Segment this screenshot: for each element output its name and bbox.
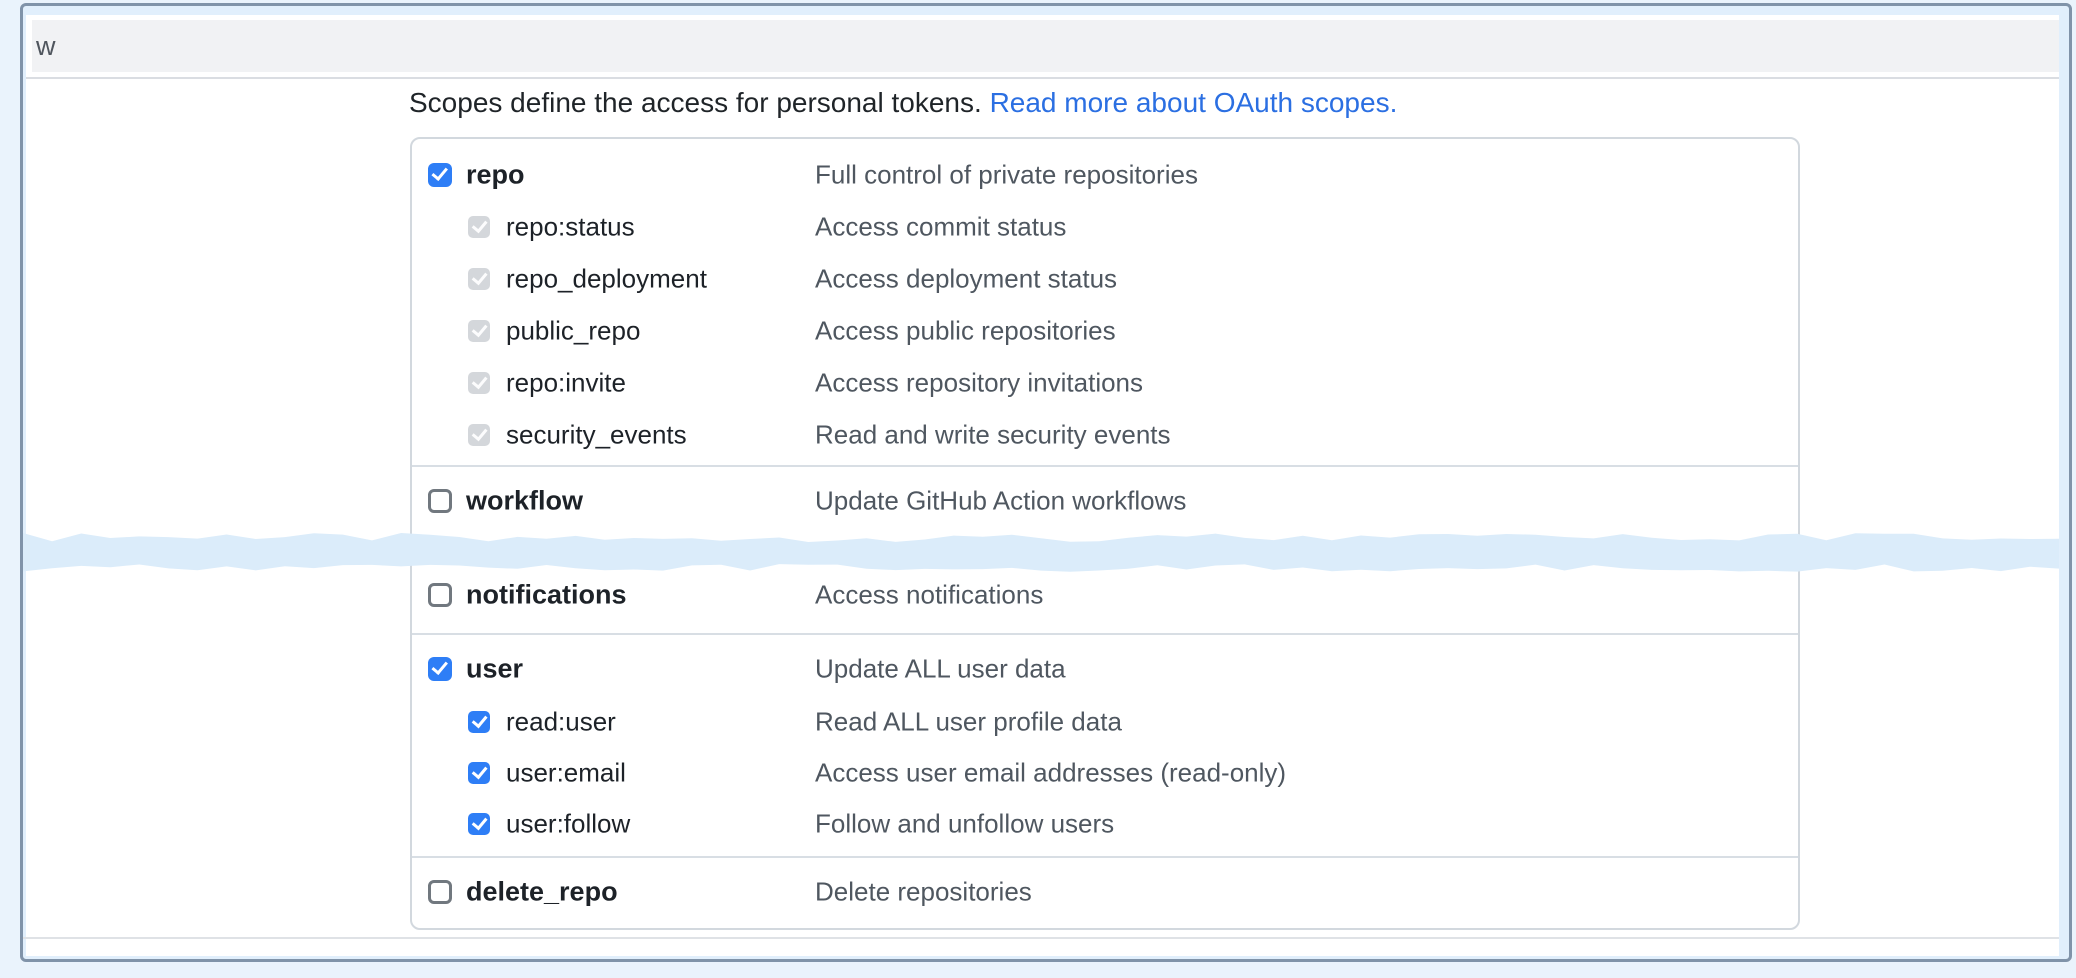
scope-label-repo: repo	[466, 160, 525, 191]
scope-label-security-events: security_events	[506, 420, 687, 451]
scope-desc-read-user: Read ALL user profile data	[815, 707, 1122, 738]
scope-desc-user: Update ALL user data	[815, 654, 1066, 685]
scope-row-repo-status: repo:status Access commit status	[412, 201, 1798, 253]
scope-label-repo-deployment: repo_deployment	[506, 264, 707, 295]
scope-label-read-user: read:user	[506, 707, 616, 738]
checkbox-repo-invite[interactable]	[468, 372, 490, 394]
oauth-scopes-link[interactable]: Read more about OAuth scopes.	[990, 87, 1398, 118]
scope-row-public-repo: public_repo Access public repositories	[412, 305, 1798, 357]
scope-desc-workflow: Update GitHub Action workflows	[815, 486, 1186, 517]
row-divider	[412, 465, 1798, 467]
scope-row-user: user Update ALL user data	[412, 643, 1798, 695]
torn-screenshot-band	[23, 524, 2059, 574]
scope-row-delete-repo: delete_repo Delete repositories	[412, 866, 1798, 918]
bottom-divider	[23, 937, 2059, 939]
window-frame: w Scopes define the access for personal …	[20, 3, 2072, 962]
row-divider	[412, 856, 1798, 858]
scope-label-workflow: workflow	[466, 486, 583, 517]
scopes-intro: Scopes define the access for personal to…	[409, 85, 1397, 121]
scope-desc-notifications: Access notifications	[815, 580, 1043, 611]
checkbox-repo-deployment[interactable]	[468, 268, 490, 290]
scope-desc-user-email: Access user email addresses (read-only)	[815, 758, 1286, 789]
scope-desc-repo-deployment: Access deployment status	[815, 264, 1117, 295]
page-content: w Scopes define the access for personal …	[26, 15, 2059, 956]
checkbox-public-repo[interactable]	[468, 320, 490, 342]
checkbox-repo-status[interactable]	[468, 216, 490, 238]
scope-desc-public-repo: Access public repositories	[815, 316, 1116, 347]
scope-row-user-email: user:email Access user email addresses (…	[412, 747, 1798, 799]
scope-desc-repo-invite: Access repository invitations	[815, 368, 1143, 399]
checkbox-delete-repo[interactable]	[428, 880, 452, 904]
checkbox-user[interactable]	[428, 657, 452, 681]
scope-label-notifications: notifications	[466, 580, 627, 611]
scope-desc-user-follow: Follow and unfollow users	[815, 809, 1114, 840]
checkbox-notifications[interactable]	[428, 583, 452, 607]
scope-label-repo-status: repo:status	[506, 212, 635, 243]
scope-label-delete-repo: delete_repo	[466, 877, 618, 908]
scope-row-read-user: read:user Read ALL user profile data	[412, 696, 1798, 748]
scope-desc-repo: Full control of private repositories	[815, 160, 1198, 191]
checkbox-user-email[interactable]	[468, 762, 490, 784]
scope-row-notifications: notifications Access notifications	[412, 569, 1798, 621]
scope-desc-delete-repo: Delete repositories	[815, 877, 1032, 908]
scope-label-user: user	[466, 654, 523, 685]
scope-desc-security-events: Read and write security events	[815, 420, 1171, 451]
scope-label-user-email: user:email	[506, 758, 626, 789]
header-divider	[26, 77, 2059, 79]
scopes-intro-text: Scopes define the access for personal to…	[409, 87, 990, 118]
checkbox-workflow[interactable]	[428, 489, 452, 513]
checkbox-read-user[interactable]	[468, 711, 490, 733]
checkbox-security-events[interactable]	[468, 424, 490, 446]
scope-label-repo-invite: repo:invite	[506, 368, 626, 399]
note-input[interactable]: w	[32, 20, 2059, 72]
scope-row-repo-invite: repo:invite Access repository invitation…	[412, 357, 1798, 409]
scope-row-repo-deployment: repo_deployment Access deployment status	[412, 253, 1798, 305]
scope-row-user-follow: user:follow Follow and unfollow users	[412, 798, 1798, 850]
scope-row-security-events: security_events Read and write security …	[412, 409, 1798, 461]
scope-label-user-follow: user:follow	[506, 809, 630, 840]
scope-row-repo: repo Full control of private repositorie…	[412, 149, 1798, 201]
checkbox-repo[interactable]	[428, 163, 452, 187]
scope-desc-repo-status: Access commit status	[815, 212, 1066, 243]
scope-row-workflow: workflow Update GitHub Action workflows	[412, 475, 1798, 527]
checkbox-user-follow[interactable]	[468, 813, 490, 835]
note-input-value: w	[36, 31, 56, 62]
row-divider	[412, 633, 1798, 635]
scope-label-public-repo: public_repo	[506, 316, 640, 347]
